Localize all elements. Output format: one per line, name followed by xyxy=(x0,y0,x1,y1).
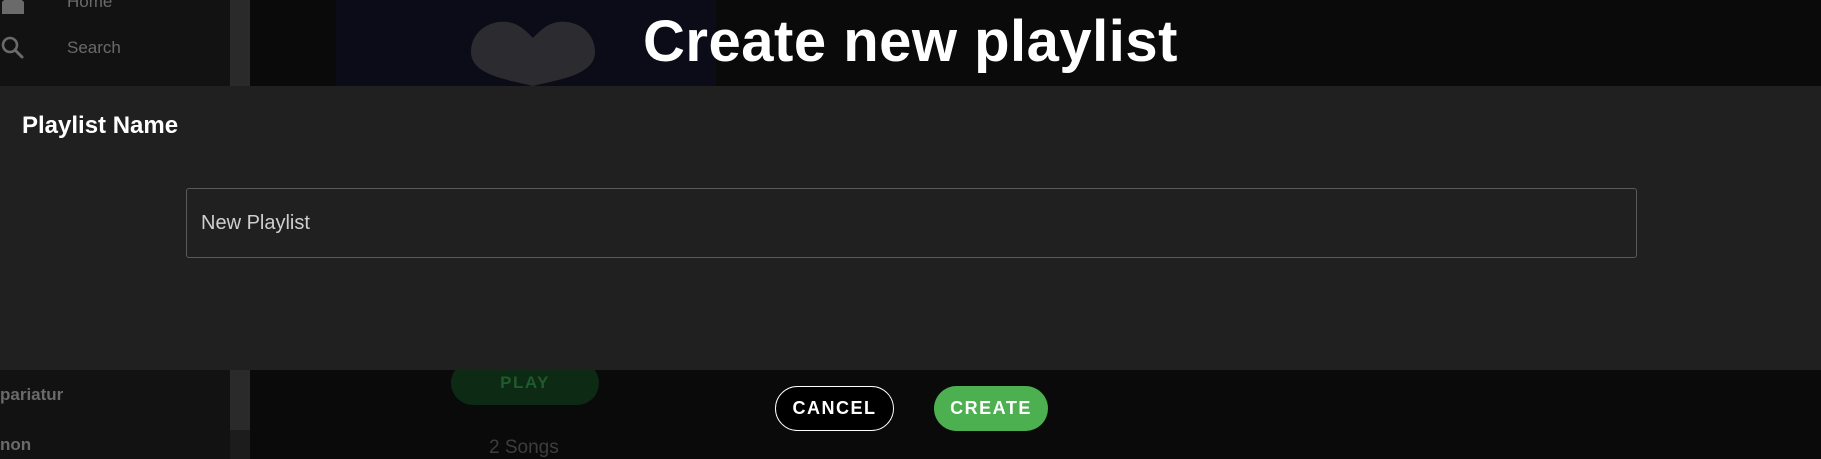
sidebar-playlist-item[interactable]: pariatur xyxy=(0,385,63,405)
create-button[interactable]: CREATE xyxy=(934,386,1048,431)
create-playlist-dialog: Playlist Name xyxy=(0,86,1821,370)
song-count: 2 Songs xyxy=(489,437,559,458)
cancel-button[interactable]: CANCEL xyxy=(775,386,894,431)
modal-title: Create new playlist xyxy=(643,9,1178,74)
sidebar-playlist-item[interactable]: non xyxy=(0,435,31,455)
playlist-name-input[interactable] xyxy=(186,188,1637,258)
app-stage: Home Search pariatur non PLAY 2 Songs Cr… xyxy=(0,0,1821,459)
playlist-name-label: Playlist Name xyxy=(22,112,179,139)
